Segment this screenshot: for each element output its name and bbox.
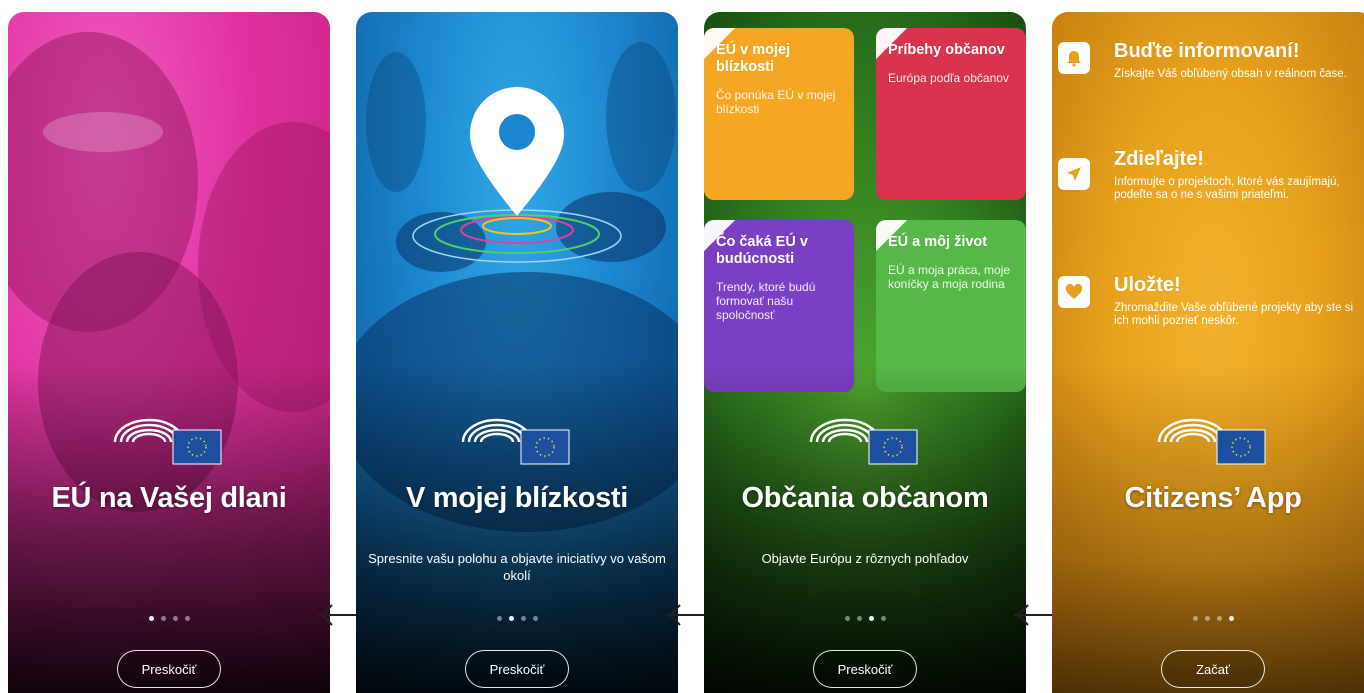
onboarding-screen-4: Buďte informovaní! Získajte Váš obľúbený… xyxy=(1052,12,1364,693)
onboarding-screen-1: EÚ na Vašej dlani Preskočiť xyxy=(8,12,330,693)
screen-title: Občania občanom xyxy=(741,482,989,514)
page-dot[interactable] xyxy=(1204,616,1210,621)
bell-icon xyxy=(1058,42,1090,74)
feature-description: Získajte Váš obľúbený obsah v reálnom ča… xyxy=(1114,68,1347,80)
feature-share: Zdieľajte! Informujte o projektoch, ktor… xyxy=(1114,148,1364,202)
european-parliament-logo xyxy=(113,418,222,465)
feature-description: Zhromaždite Vaše obľúbené projekty aby s… xyxy=(1114,302,1354,327)
page-dot[interactable] xyxy=(868,616,874,621)
page-dot[interactable] xyxy=(520,616,526,621)
screen-title: V mojej blízkosti xyxy=(405,482,629,514)
page-dot[interactable] xyxy=(148,616,154,621)
feature-save: Uložte! Zhromaždite Vaše obľúbené projek… xyxy=(1114,274,1364,328)
start-button[interactable]: Začať xyxy=(1161,650,1265,688)
swipe-arrow-icon xyxy=(1014,604,1052,626)
screen-title: EÚ na Vašej dlani xyxy=(51,482,287,514)
heart-icon xyxy=(1058,276,1090,308)
page-indicator[interactable] xyxy=(8,616,330,621)
location-pin-icon xyxy=(412,87,622,263)
page-indicator[interactable] xyxy=(356,616,678,621)
page-dot[interactable] xyxy=(532,616,538,621)
onboarding-screen-2: V mojej blízkosti Spresnite vašu polohu … xyxy=(356,12,678,693)
skip-button[interactable]: Preskočiť xyxy=(813,650,917,688)
page-indicator[interactable] xyxy=(1052,616,1364,621)
page-dot[interactable] xyxy=(1192,616,1198,621)
card-description: Európa podľa občanov xyxy=(888,71,1009,85)
feature-description: Informujte o projektoch, ktoré vás zaují… xyxy=(1114,176,1340,201)
card-title: EÚ v mojej blízkosti xyxy=(716,42,791,75)
page-dot[interactable] xyxy=(160,616,166,621)
feature-informed: Buďte informovaní! Získajte Váš obľúbený… xyxy=(1114,40,1364,81)
card-title: Príbehy občanov xyxy=(888,42,1005,58)
screen-title: Citizens’ App xyxy=(1124,482,1302,514)
page-dot[interactable] xyxy=(856,616,862,621)
onboarding-screen-3: EÚ v mojej blízkosti Čo ponúka EÚ v moje… xyxy=(704,12,1026,693)
screen-subtitle: Objavte Európu z rôznych pohľadov xyxy=(761,551,969,566)
feature-title: Uložte! xyxy=(1114,274,1181,296)
european-parliament-logo xyxy=(461,418,570,465)
onboarding-gallery: EÚ na Vašej dlani Preskočiť V mojej blíz… xyxy=(0,0,1364,693)
page-dot[interactable] xyxy=(184,616,190,621)
screen-subtitle: Spresnite vašu polohu a objavte iniciatí… xyxy=(368,551,666,583)
page-dot[interactable] xyxy=(496,616,502,621)
card-description: EÚ a moja práca, moje koníčky a moja rod… xyxy=(888,263,1011,291)
page-dot[interactable] xyxy=(844,616,850,621)
card-description: Trendy, ktoré budú formovať našu spoločn… xyxy=(716,280,816,322)
page-dot[interactable] xyxy=(172,616,178,621)
european-parliament-logo xyxy=(1157,418,1266,465)
card-citizen-stories[interactable]: Príbehy občanov Európa podľa občanov xyxy=(876,28,1026,200)
feature-title: Zdieľajte! xyxy=(1114,148,1204,170)
card-title: EÚ a môj život xyxy=(888,234,988,250)
swipe-arrow-icon xyxy=(318,604,356,626)
skip-button[interactable]: Preskočiť xyxy=(117,650,221,688)
page-indicator[interactable] xyxy=(704,616,1026,621)
send-icon xyxy=(1058,158,1090,190)
feature-title: Buďte informovaní! xyxy=(1114,40,1300,62)
card-title: Čo čaká EÚ v budúcnosti xyxy=(716,234,808,267)
skip-button[interactable]: Preskočiť xyxy=(465,650,569,688)
card-eu-nearby[interactable]: EÚ v mojej blízkosti Čo ponúka EÚ v moje… xyxy=(704,28,854,200)
page-dot[interactable] xyxy=(1228,616,1234,621)
swipe-arrow-icon xyxy=(666,604,704,626)
card-description: Čo ponúka EÚ v mojej blízkosti xyxy=(716,88,836,116)
page-dot[interactable] xyxy=(508,616,514,621)
european-parliament-logo xyxy=(809,418,918,465)
page-dot[interactable] xyxy=(1216,616,1222,621)
page-dot[interactable] xyxy=(880,616,886,621)
